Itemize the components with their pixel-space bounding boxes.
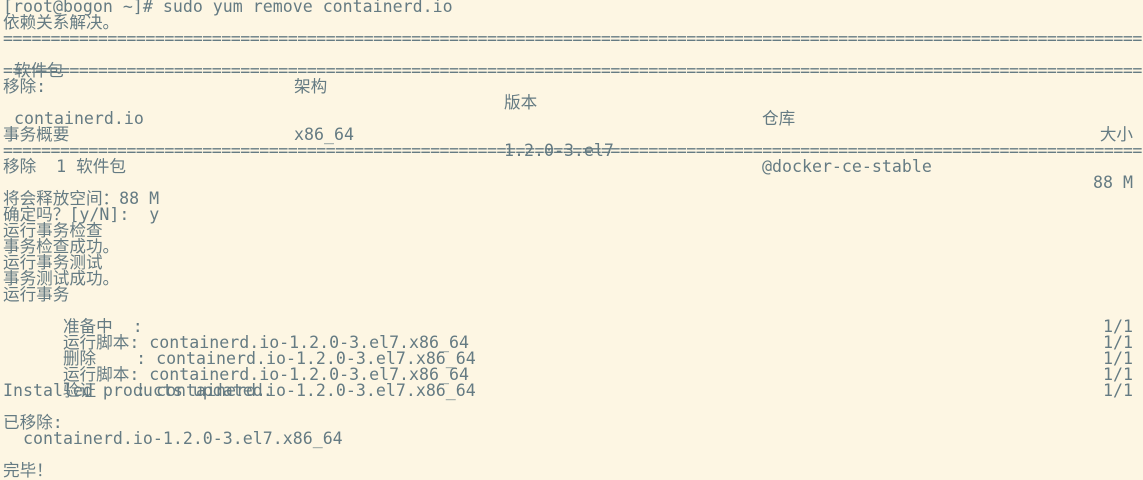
row-arch: x86_64 [294,125,354,144]
header-arch: 架构 [294,77,328,96]
header-repo: 仓库 [762,109,796,128]
header-size: 大小 [1099,125,1133,144]
summary-title: 事务概要 [3,125,70,144]
done-message: 完毕！ [3,461,53,480]
table-header: 软件包 架构 版本 仓库 大小 [0,47,1143,143]
separator: ========================================… [3,143,1142,159]
step: 运行事务 [3,285,70,304]
progress-line: 运行脚本: containerd.io-1.2.0-3.el7.x86_64 1/… [3,319,1143,351]
row-size: 88 M [1093,173,1133,192]
summary-line: 移除 1 软件包 [3,157,126,176]
progress-line: 运行脚本: containerd.io-1.2.0-3.el7.x86_64 1/… [3,351,1143,383]
row-repo: @docker-ce-stable [762,157,932,176]
separator: ========================================… [3,63,1142,79]
progress-line: 删除 : containerd.io-1.2.0-3.el7.x86_64 1/1 [3,335,1143,367]
removed-item: containerd.io-1.2.0-3.el7.x86_64 [3,429,343,448]
table-row: containerd.io x86_64 1.2.0-3.el7 @docker… [0,95,1143,191]
progress-count: 1/1 [1103,381,1133,400]
separator: ========================================… [3,31,1142,47]
section-label: 移除: [3,77,47,96]
progress-line: 准备中 : 1/1 [3,303,1143,335]
deps-resolved: 依赖关系解决。 [3,13,120,32]
installed-products: Installed products updated. [3,381,273,400]
